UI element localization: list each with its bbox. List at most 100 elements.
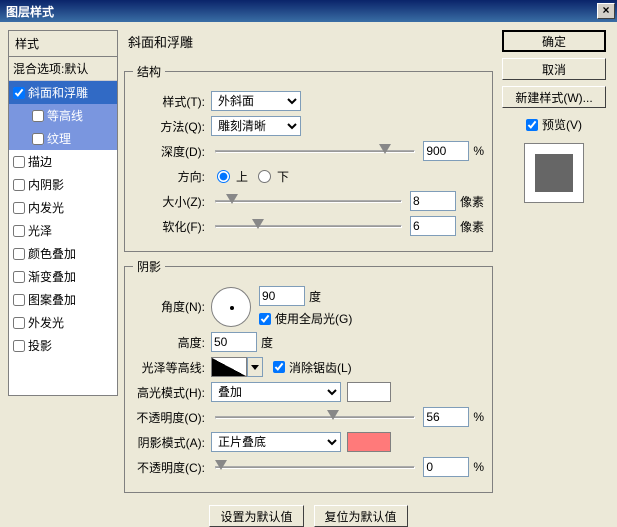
shadow-opacity-unit: % <box>473 460 484 474</box>
dialog-content: 样式 混合选项:默认 斜面和浮雕等高线纹理描边内阴影内发光光泽颜色叠加渐变叠加图… <box>0 22 617 500</box>
shadow-opacity-slider[interactable] <box>215 458 415 476</box>
blend-options-label: 混合选项:默认 <box>13 60 88 77</box>
highlight-opacity-label: 不透明度(O): <box>133 409 211 426</box>
style-checkbox[interactable] <box>13 340 25 352</box>
style-item-1[interactable]: 等高线 <box>9 104 117 127</box>
style-checkbox[interactable] <box>13 87 25 99</box>
style-item-3[interactable]: 描边 <box>9 150 117 173</box>
highlight-mode-select[interactable]: 叠加 <box>211 382 341 402</box>
shading-legend: 阴影 <box>133 258 165 275</box>
soften-label: 软化(F): <box>133 218 211 235</box>
shadow-color-swatch[interactable] <box>347 432 391 452</box>
style-item-label: 内发光 <box>28 199 64 216</box>
styles-column: 样式 混合选项:默认 斜面和浮雕等高线纹理描边内阴影内发光光泽颜色叠加渐变叠加图… <box>8 30 118 492</box>
altitude-label: 高度: <box>133 334 211 351</box>
gloss-contour-dropdown[interactable] <box>247 357 263 377</box>
style-item-11[interactable]: 投影 <box>9 334 117 357</box>
new-style-button[interactable]: 新建样式(W)... <box>502 86 606 108</box>
style-checkbox[interactable] <box>13 156 25 168</box>
soften-unit: 像素 <box>460 218 484 235</box>
shadow-mode-label: 阴影模式(A): <box>133 434 211 451</box>
size-slider[interactable] <box>215 192 402 210</box>
close-button[interactable]: × <box>597 3 615 19</box>
depth-input[interactable] <box>423 141 469 161</box>
highlight-opacity-input[interactable] <box>423 407 469 427</box>
style-item-label: 光泽 <box>28 222 52 239</box>
style-label: 样式(T): <box>133 93 211 110</box>
soften-input[interactable] <box>410 216 456 236</box>
altitude-input[interactable] <box>211 332 257 352</box>
gloss-contour-swatch[interactable] <box>211 357 247 377</box>
style-checkbox[interactable] <box>13 179 25 191</box>
ok-button[interactable]: 确定 <box>502 30 606 52</box>
gloss-contour-label: 光泽等高线: <box>133 359 211 376</box>
direction-up-label: 上 <box>236 168 248 185</box>
style-checkbox[interactable] <box>32 133 44 145</box>
style-item-label: 渐变叠加 <box>28 268 76 285</box>
style-item-8[interactable]: 渐变叠加 <box>9 265 117 288</box>
technique-select[interactable]: 雕刻清晰 <box>211 116 301 136</box>
direction-label: 方向: <box>133 168 211 185</box>
style-checkbox[interactable] <box>13 202 25 214</box>
preview-label: 预览(V) <box>542 116 582 133</box>
style-select[interactable]: 外斜面 <box>211 91 301 111</box>
style-item-10[interactable]: 外发光 <box>9 311 117 334</box>
depth-unit: % <box>473 144 484 158</box>
window-title: 图层样式 <box>6 3 597 20</box>
style-checkbox[interactable] <box>13 248 25 260</box>
size-unit: 像素 <box>460 193 484 210</box>
shading-group: 阴影 角度(N): 度 使用全局光(G) 高度: <box>124 258 493 493</box>
highlight-opacity-slider[interactable] <box>215 408 415 426</box>
style-item-7[interactable]: 颜色叠加 <box>9 242 117 265</box>
antialias-checkbox[interactable] <box>273 361 285 373</box>
style-checkbox[interactable] <box>13 271 25 283</box>
reset-default-button[interactable]: 复位为默认值 <box>314 505 408 527</box>
style-item-label: 描边 <box>28 153 52 170</box>
style-checkbox[interactable] <box>13 294 25 306</box>
size-input[interactable] <box>410 191 456 211</box>
style-item-label: 等高线 <box>47 107 83 124</box>
styles-list: 混合选项:默认 斜面和浮雕等高线纹理描边内阴影内发光光泽颜色叠加渐变叠加图案叠加… <box>8 56 118 396</box>
style-checkbox[interactable] <box>13 225 25 237</box>
settings-column: 斜面和浮雕 结构 样式(T): 外斜面 方法(Q): 雕刻清晰 深度(D): %… <box>124 30 493 492</box>
style-item-label: 图案叠加 <box>28 291 76 308</box>
styles-header: 样式 <box>8 30 118 56</box>
angle-widget[interactable] <box>211 287 251 327</box>
preview-box <box>524 143 584 203</box>
soften-slider[interactable] <box>215 217 402 235</box>
direction-down-label: 下 <box>277 168 289 185</box>
global-light-checkbox[interactable] <box>259 313 271 325</box>
shadow-mode-select[interactable]: 正片叠底 <box>211 432 341 452</box>
preview-thumbnail <box>535 154 573 192</box>
style-item-label: 内阴影 <box>28 176 64 193</box>
style-item-label: 投影 <box>28 337 52 354</box>
cancel-button[interactable]: 取消 <box>502 58 606 80</box>
highlight-mode-label: 高光模式(H): <box>133 384 211 401</box>
direction-down-radio[interactable] <box>258 170 271 183</box>
shadow-opacity-input[interactable] <box>423 457 469 477</box>
style-checkbox[interactable] <box>13 317 25 329</box>
size-label: 大小(Z): <box>133 193 211 210</box>
action-column: 确定 取消 新建样式(W)... 预览(V) <box>499 30 609 492</box>
structure-legend: 结构 <box>133 63 165 80</box>
style-item-4[interactable]: 内阴影 <box>9 173 117 196</box>
angle-unit: 度 <box>309 288 321 305</box>
style-item-2[interactable]: 纹理 <box>9 127 117 150</box>
altitude-unit: 度 <box>261 334 273 351</box>
style-item-label: 纹理 <box>47 130 71 147</box>
style-item-6[interactable]: 光泽 <box>9 219 117 242</box>
angle-input[interactable] <box>259 286 305 306</box>
style-checkbox[interactable] <box>32 110 44 122</box>
direction-up-radio[interactable] <box>217 170 230 183</box>
style-item-9[interactable]: 图案叠加 <box>9 288 117 311</box>
blend-options-item[interactable]: 混合选项:默认 <box>9 57 117 81</box>
style-item-label: 颜色叠加 <box>28 245 76 262</box>
preview-checkbox[interactable] <box>526 119 538 131</box>
antialias-label: 消除锯齿(L) <box>289 359 352 376</box>
set-default-button[interactable]: 设置为默认值 <box>209 505 303 527</box>
style-item-5[interactable]: 内发光 <box>9 196 117 219</box>
title-bar: 图层样式 × <box>0 0 617 22</box>
highlight-color-swatch[interactable] <box>347 382 391 402</box>
style-item-0[interactable]: 斜面和浮雕 <box>9 81 117 104</box>
depth-slider[interactable] <box>215 142 415 160</box>
